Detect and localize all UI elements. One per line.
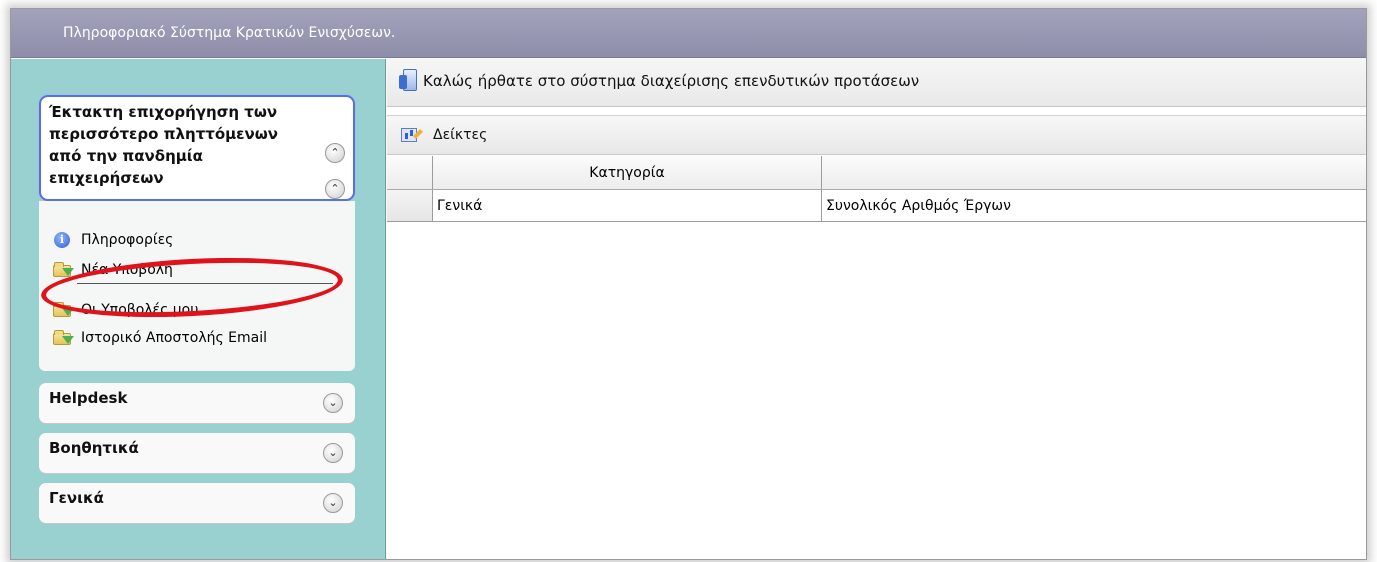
- toolbar: Δείκτες: [387, 115, 1366, 155]
- header-cell: [387, 156, 433, 189]
- main-content: Καλώς ήρθατε στο σύστημα διαχείρισης επε…: [387, 59, 1366, 559]
- panel-helpdesk[interactable]: Helpdesk ⌄: [39, 383, 355, 423]
- panel-title-line: επιχειρήσεων: [49, 169, 164, 187]
- panel-title: Βοηθητικά: [49, 439, 139, 457]
- table-cell: Συνολικός Αριθμός Έργων: [826, 198, 1011, 214]
- panel-auxiliary[interactable]: Βοηθητικά ⌄: [39, 433, 355, 473]
- info-icon: i: [53, 232, 73, 248]
- column-header-category[interactable]: Κατηγορία: [433, 156, 822, 189]
- sidebar: Έκτακτη επιχορήγηση των περισσότερο πλητ…: [11, 59, 386, 559]
- panel-title: Γενικά: [49, 489, 104, 507]
- panel-title-line: Έκτακτη επιχορήγηση των: [49, 103, 278, 121]
- welcome-text: Καλώς ήρθατε στο σύστημα διαχείρισης επε…: [423, 72, 920, 90]
- chevron-down-icon[interactable]: ⌄: [323, 443, 343, 463]
- chevron-down-icon[interactable]: ⌄: [323, 493, 343, 513]
- folder-arrow-icon: [53, 330, 74, 346]
- menu-item-label: Ιστορικό Αποστολής Email: [81, 330, 267, 346]
- panel-title: Helpdesk: [49, 389, 128, 407]
- app-window: Πληροφοριακό Σύστημα Κρατικών Ενισχύσεων…: [10, 8, 1367, 560]
- menu-item-info[interactable]: i Πληροφορίες: [53, 229, 173, 251]
- menu-item-label: Πληροφορίες: [81, 232, 174, 248]
- panel-general[interactable]: Γενικά ⌄: [39, 483, 355, 523]
- panel-title: Έκτακτη επιχορήγηση των περισσότερο πλητ…: [49, 101, 337, 189]
- menu-item-email-history[interactable]: Ιστορικό Αποστολής Email: [53, 327, 267, 349]
- app-title: Πληροφοριακό Σύστημα Κρατικών Ενισχύσεων…: [11, 9, 1366, 58]
- chart-edit-icon: [401, 128, 423, 144]
- panel-menu: i Πληροφορίες Νέα Υποβολή Οι Υποβολές μο…: [39, 201, 355, 371]
- document-icon: [399, 69, 419, 93]
- panel-title-line: από την πανδημία: [49, 147, 203, 165]
- row-selector[interactable]: [387, 190, 433, 221]
- panel-emergency-grant[interactable]: Έκτακτη επιχορήγηση των περισσότερο πλητ…: [39, 95, 355, 201]
- chevron-down-icon[interactable]: ⌄: [323, 393, 343, 413]
- chevron-up-icon[interactable]: ⌃: [325, 143, 345, 163]
- indicators-tab[interactable]: Δείκτες: [433, 127, 487, 143]
- main-header: Καλώς ήρθατε στο σύστημα διαχείρισης επε…: [387, 59, 1366, 107]
- table-row[interactable]: Γενικά Συνολικός Αριθμός Έργων: [387, 190, 1366, 222]
- indicators-grid: Κατηγορία Γενικά Συνολικός Αριθμός Έργων: [387, 156, 1366, 222]
- panel-title-line: περισσότερο πληττόμενων: [49, 125, 278, 143]
- collapse-panel-button[interactable]: ⌃: [325, 179, 345, 199]
- grid-header: Κατηγορία: [387, 156, 1366, 190]
- table-cell: Γενικά: [433, 190, 822, 221]
- column-header-value[interactable]: [822, 156, 1366, 189]
